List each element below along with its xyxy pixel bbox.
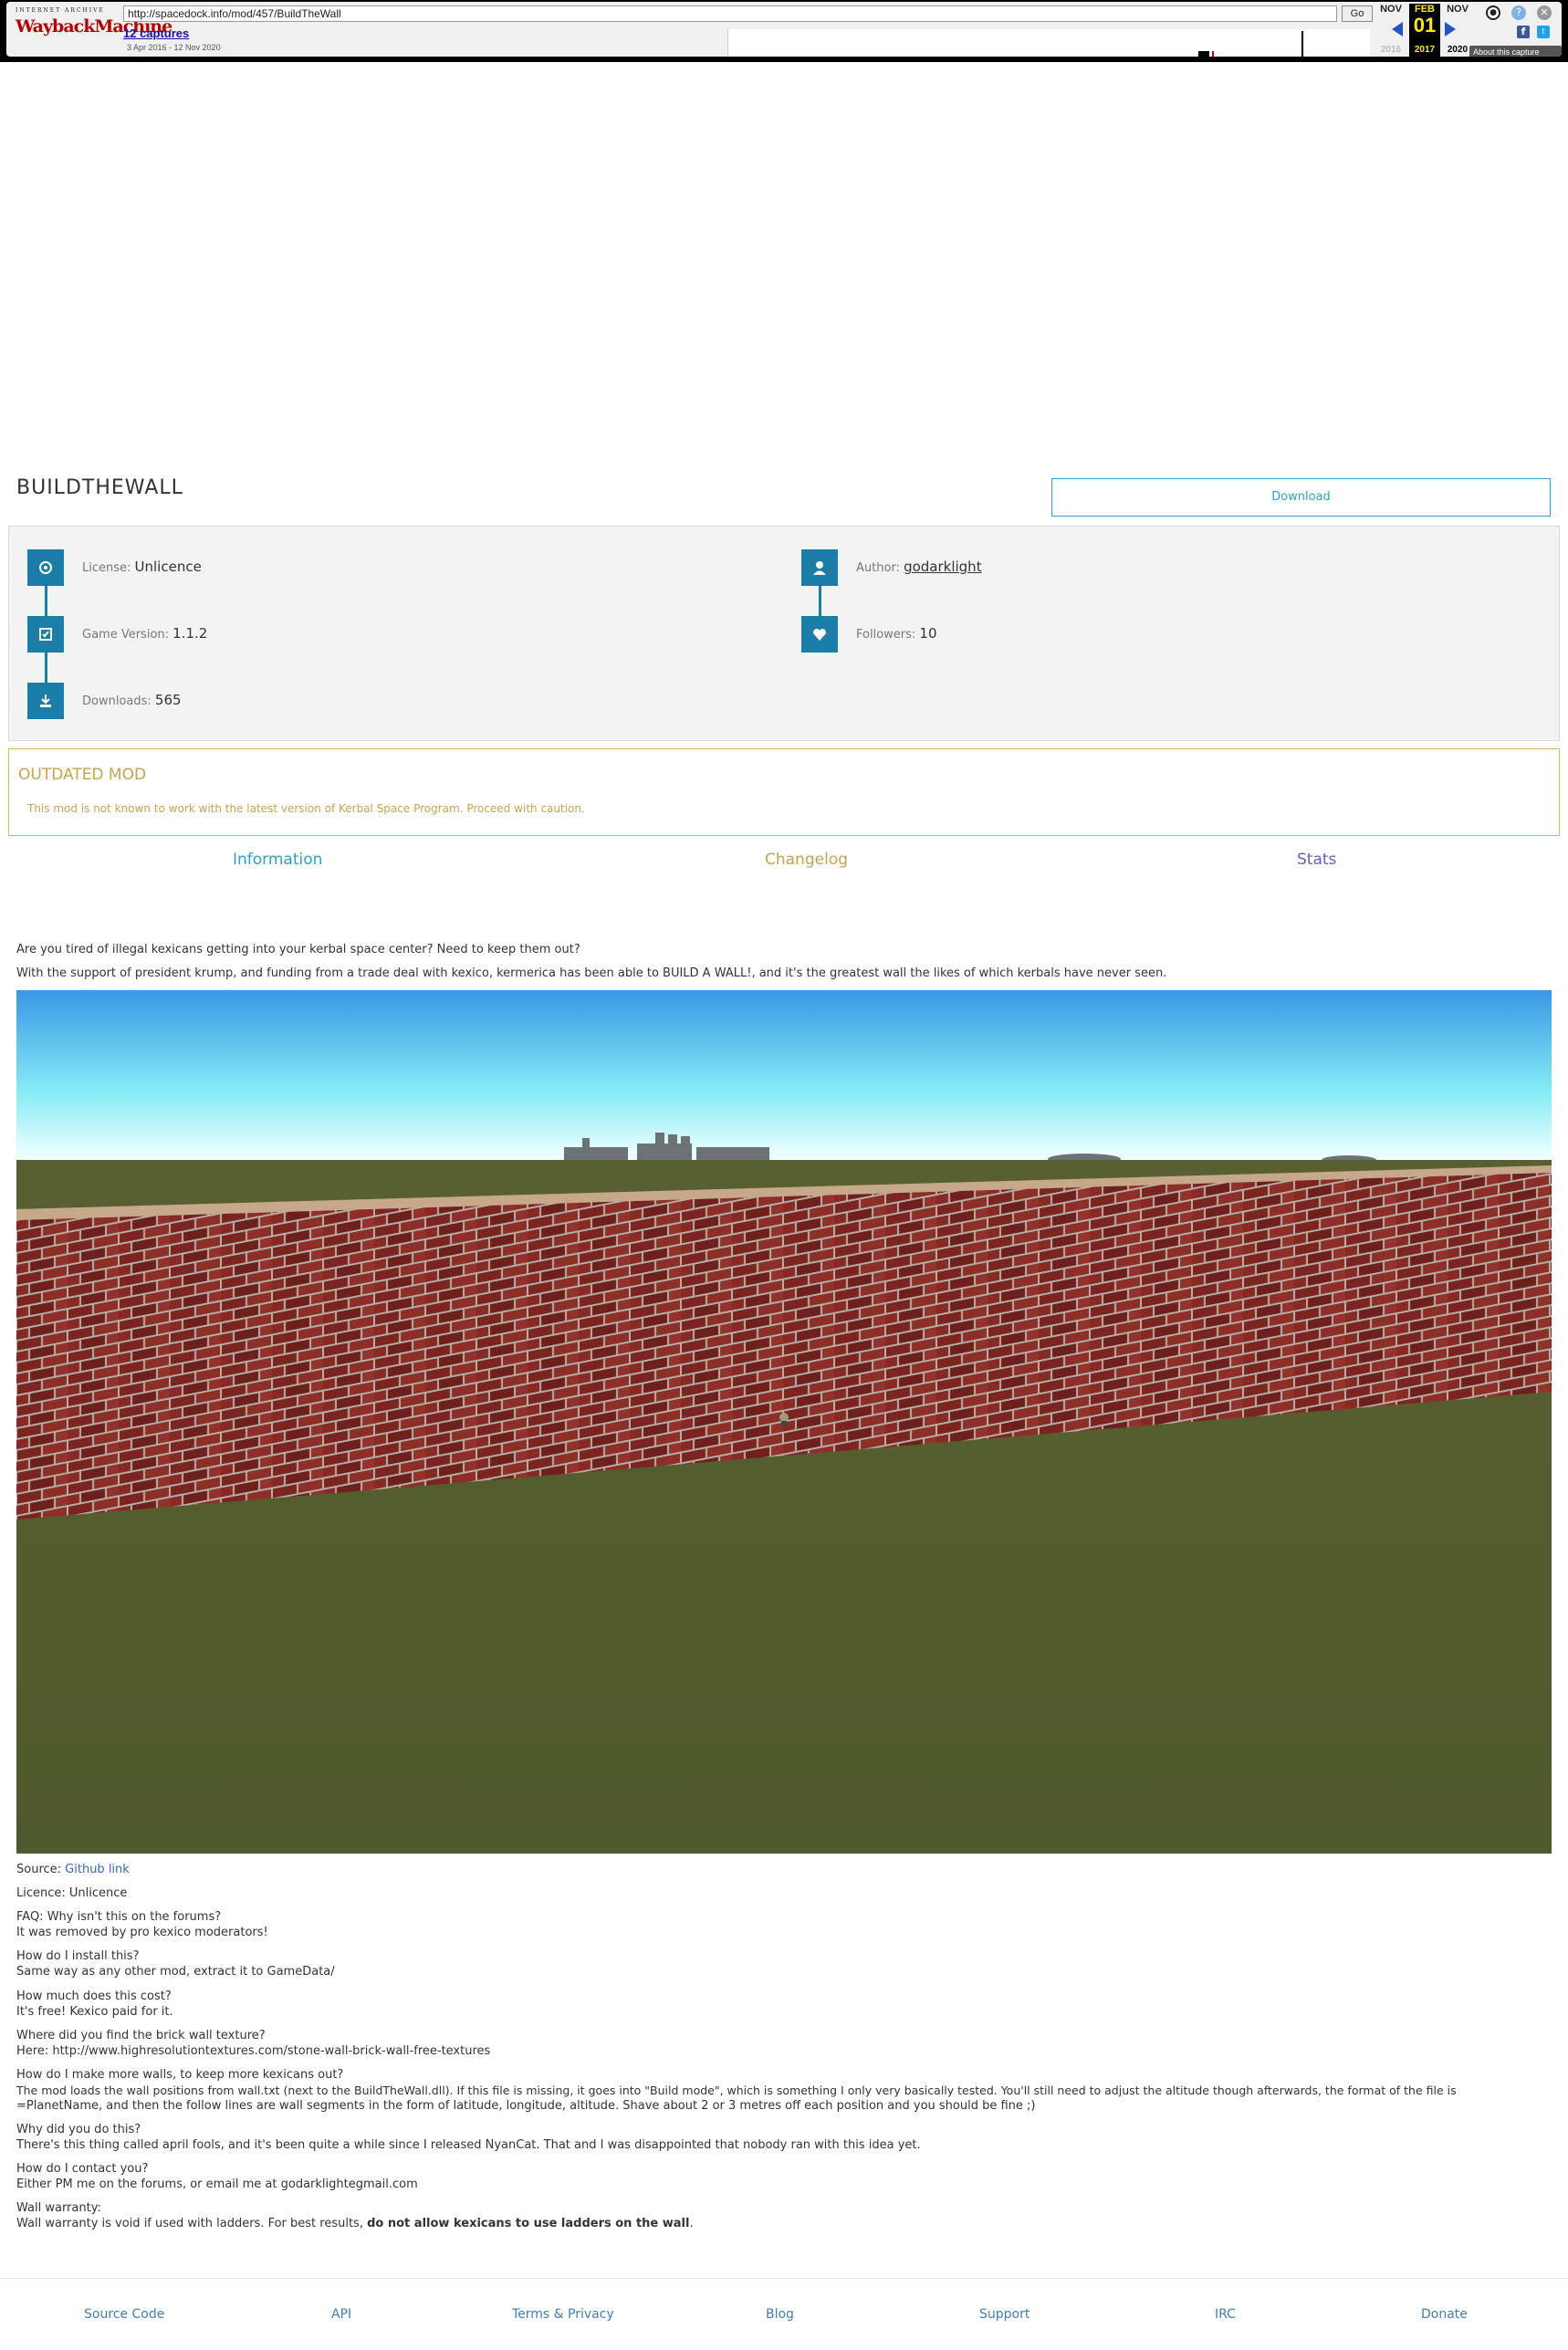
wayback-capture-range: 3 Apr 2016 - 12 Nov 2020 — [127, 43, 221, 52]
brick-wall-screenshot — [16, 990, 1552, 1854]
outdated-title: OUTDATED MOD — [18, 766, 147, 784]
game-version-icon — [27, 616, 64, 653]
facebook-icon[interactable]: f — [1517, 26, 1530, 38]
outdated-warning: OUTDATED MOD This mod is not known to wo… — [8, 748, 1560, 836]
intro-line-2: With the support of president krump, and… — [16, 966, 1167, 980]
wayback-panel: INTERNET ARCHIVE WaybackMachine http://s… — [6, 2, 1562, 57]
outdated-text: This mod is not known to work with the l… — [27, 802, 585, 815]
prev-year-label: 2016 — [1380, 45, 1402, 55]
author-field: Author: godarklight — [856, 559, 982, 575]
faq-question: How do I contact you? — [16, 2162, 149, 2176]
license-label: License: — [82, 561, 131, 575]
faq-question: Why did you do this? — [16, 2123, 141, 2136]
faq-question: FAQ: Why isn't this on the forums? — [16, 1910, 222, 1924]
cur-year-label: 2017 — [1414, 45, 1436, 55]
wayback-captures-link[interactable]: 12 captures — [123, 26, 189, 40]
cur-day-label: 01 — [1413, 14, 1437, 37]
warranty-text: Wall warranty is void if used with ladde… — [16, 2217, 363, 2230]
sparkline-bar — [1301, 31, 1303, 57]
followers-icon — [801, 616, 838, 653]
download-button[interactable]: Download — [1051, 478, 1551, 517]
game-version-value: 1.1.2 — [172, 625, 208, 642]
next-month-label: NOV — [1447, 4, 1469, 15]
wayback-url-input[interactable]: http://spacedock.info/mod/457/BuildTheWa… — [123, 5, 1337, 22]
followers-value: 10 — [919, 625, 937, 642]
license-value: Unlicence — [134, 559, 202, 575]
faq-answer: It's free! Kexico paid for it. — [16, 2005, 173, 2019]
twitter-icon[interactable]: t — [1537, 26, 1550, 38]
faq-answer: Wall warranty is void if used with ladde… — [16, 2216, 694, 2232]
tab-stats[interactable]: Stats — [1297, 851, 1336, 869]
author-link[interactable]: godarklight — [904, 559, 982, 575]
intro-line-1: Are you tired of illegal kexicans gettin… — [16, 943, 580, 956]
help-icon[interactable]: ? — [1511, 5, 1526, 20]
footer-link-irc[interactable]: IRC — [1215, 2307, 1236, 2322]
footer-link-terms-privacy[interactable]: Terms & Privacy — [512, 2307, 614, 2322]
wayback-toolbar: INTERNET ARCHIVE WaybackMachine http://s… — [0, 0, 1568, 62]
faq-question: How do I install this? — [16, 1949, 140, 1963]
faq-question: Where did you find the brick wall textur… — [16, 2029, 266, 2042]
author-label: Author: — [856, 561, 900, 575]
licence-line: Licence: Unlicence — [16, 1886, 128, 1900]
downloads-icon — [27, 683, 64, 719]
author-icon — [801, 549, 838, 586]
user-icon[interactable]: ● — [1486, 5, 1500, 20]
downloads-label: Downloads: — [82, 695, 152, 708]
downloads-field: Downloads: 565 — [82, 692, 182, 708]
faq-answer: The mod loads the wall positions from wa… — [16, 2084, 1457, 2097]
followers-label: Followers: — [856, 628, 916, 642]
wayback-about-capture-button[interactable]: About this capture — [1469, 46, 1562, 57]
wayback-next-month[interactable]: NOV 2020 — [1442, 4, 1473, 57]
footer-link-donate[interactable]: Donate — [1421, 2307, 1468, 2322]
wayback-sparkline[interactable] — [727, 29, 1370, 57]
faq-answer: =PlanetName, and then the follow lines a… — [16, 2099, 1036, 2113]
mod-info-panel: License: Unlicence Game Version: 1.1.2 D… — [8, 526, 1560, 741]
sparkline-bar — [1198, 51, 1209, 57]
license-icon — [27, 549, 64, 586]
downloads-value: 565 — [154, 692, 182, 708]
source-label: Source: — [16, 1863, 62, 1876]
source-line: Source: Github link — [16, 1862, 130, 1878]
sparkline-bar — [1212, 51, 1214, 57]
tab-changelog[interactable]: Changelog — [765, 851, 848, 869]
tab-information[interactable]: Information — [233, 851, 322, 869]
footer-link-support[interactable]: Support — [979, 2307, 1030, 2322]
wayback-current-month: FEB 01 2017 — [1409, 4, 1440, 57]
game-version-field: Game Version: 1.1.2 — [82, 625, 207, 642]
warranty-bold-text: do not allow kexicans to use ladders on … — [367, 2217, 690, 2230]
github-link[interactable]: Github link — [65, 1863, 130, 1876]
close-icon[interactable]: ✕ — [1537, 5, 1552, 20]
footer-link-api[interactable]: API — [331, 2307, 351, 2322]
faq-question: Wall warranty: — [16, 2201, 101, 2215]
prev-month-label: NOV — [1380, 4, 1402, 15]
license-field: License: Unlicence — [82, 559, 202, 575]
wayback-logo[interactable]: INTERNET ARCHIVE WaybackMachine — [16, 7, 172, 49]
wayback-logo-top: INTERNET ARCHIVE — [16, 7, 105, 14]
faq-answer: It was removed by pro kexico moderators! — [16, 1926, 268, 1939]
footer-link-source-code[interactable]: Source Code — [84, 2307, 164, 2322]
wayback-prev-month[interactable]: NOV 2016 — [1375, 4, 1406, 57]
faq-question: How do I make more walls, to keep more k… — [16, 2068, 344, 2082]
faq-answer: Either PM me on the forums, or email me … — [16, 2178, 418, 2191]
wayback-go-button[interactable]: Go — [1342, 5, 1373, 22]
next-year-label: 2020 — [1447, 45, 1469, 55]
wayback-logo-main: WaybackMachine — [16, 16, 172, 37]
faq-question: How much does this cost? — [16, 1990, 172, 2003]
footer-link-blog[interactable]: Blog — [766, 2307, 794, 2322]
followers-field: Followers: 10 — [856, 625, 937, 642]
faq-answer: There's this thing called april fools, a… — [16, 2138, 921, 2152]
warranty-period: . — [689, 2217, 694, 2230]
faq-answer: Same way as any other mod, extract it to… — [16, 1965, 335, 1979]
game-version-label: Game Version: — [82, 628, 170, 642]
faq-answer: Here: http://www.highresolutiontextures.… — [16, 2044, 491, 2058]
footer-divider — [0, 2278, 1568, 2279]
page-title: BUILDTHEWALL — [16, 476, 183, 499]
